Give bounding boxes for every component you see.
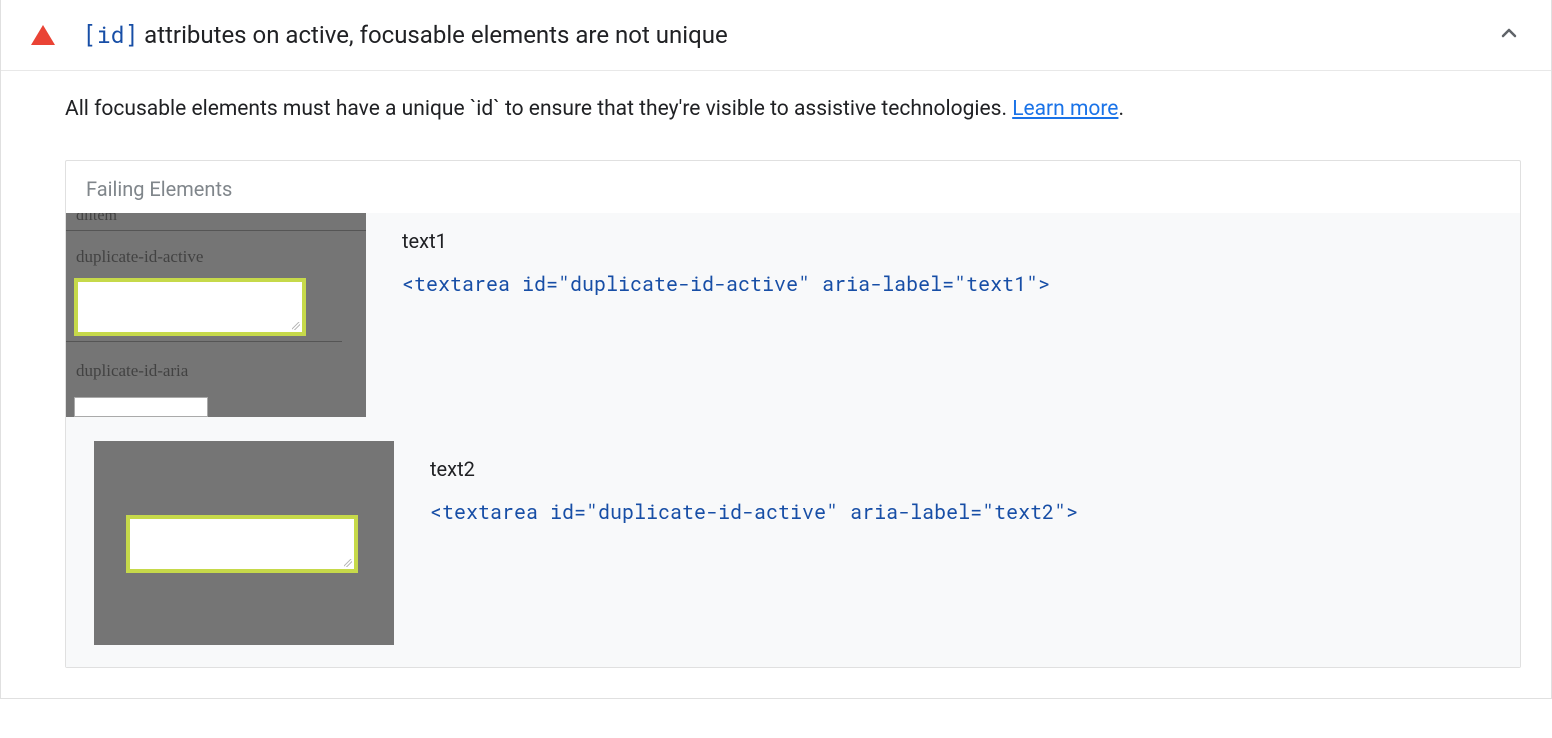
element-snippet[interactable]: <textarea id="duplicate-id-active" aria-… (402, 271, 1520, 297)
failing-elements-card: Failing Elements dlitem duplicate-id-act… (65, 160, 1521, 668)
element-info: text1 <textarea id="duplicate-id-active"… (402, 213, 1520, 297)
thumb-highlight-box (74, 278, 306, 336)
thumb-label: duplicate-id-aria (76, 361, 188, 381)
audit-panel: [id] attributes on active, focusable ele… (0, 0, 1552, 699)
thumb-divider (66, 341, 342, 342)
learn-more-link[interactable]: Learn more (1012, 97, 1118, 121)
element-snippet[interactable]: <textarea id="duplicate-id-active" aria-… (430, 499, 1520, 525)
thumb-small-box (74, 397, 208, 417)
thumb-label: duplicate-id-active (76, 247, 203, 267)
audit-title: [id] attributes on active, focusable ele… (83, 20, 1497, 50)
thumb-highlight-box (126, 515, 358, 573)
element-info: text2 <textarea id="duplicate-id-active"… (430, 441, 1520, 525)
warning-triangle-icon (31, 25, 55, 45)
audit-title-text: attributes on active, focusable elements… (138, 21, 727, 49)
description-text: All focusable elements must have a uniqu… (65, 97, 1012, 121)
element-label: text1 (402, 229, 1520, 253)
thumb-partial-label: dlitem (66, 213, 366, 231)
failing-element-row: dlitem duplicate-id-active duplicate-id-… (66, 213, 1520, 417)
failing-element-row: text2 <textarea id="duplicate-id-active"… (66, 441, 1520, 645)
chevron-up-icon[interactable] (1497, 21, 1521, 49)
element-thumbnail[interactable]: dlitem duplicate-id-active duplicate-id-… (66, 213, 366, 417)
description-period: . (1118, 97, 1124, 121)
element-label: text2 (430, 457, 1520, 481)
element-thumbnail[interactable] (94, 441, 394, 645)
audit-description: All focusable elements must have a uniqu… (65, 95, 1521, 124)
audit-header[interactable]: [id] attributes on active, focusable ele… (1, 0, 1551, 71)
code-badge: [id] (83, 20, 138, 50)
failing-elements-heading: Failing Elements (66, 161, 1520, 213)
card-body: dlitem duplicate-id-active duplicate-id-… (66, 213, 1520, 667)
audit-body: All focusable elements must have a uniqu… (1, 71, 1551, 698)
